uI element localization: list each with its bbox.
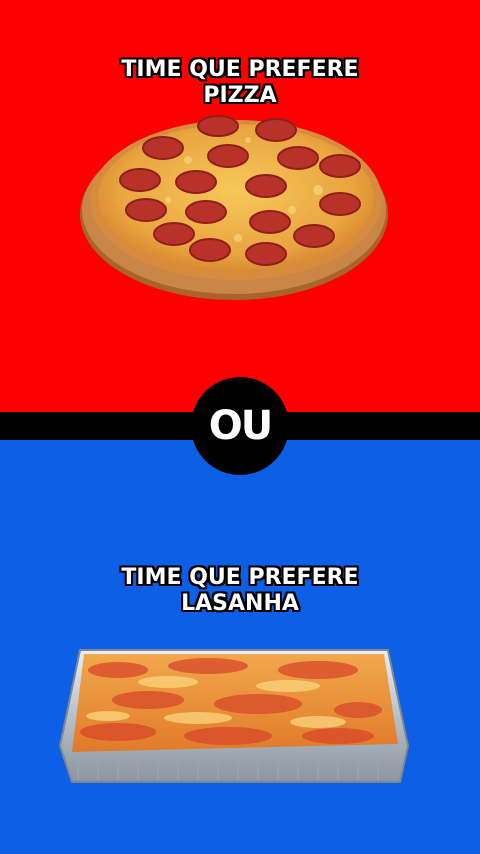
lasagna-caption-line2: LASANHA — [181, 591, 299, 616]
pizza-caption-line1: TIME QUE PREFERE — [121, 57, 359, 82]
lasagna-caption-line1: TIME QUE PREFERE — [121, 565, 359, 590]
ou-badge: OU — [191, 377, 289, 475]
pizza-caption: TIME QUE PREFERE PIZZA — [0, 57, 480, 109]
ou-label: OU — [208, 403, 274, 449]
lasagna-image — [58, 649, 410, 783]
pizza-image — [80, 115, 388, 300]
pizza-caption-line2: PIZZA — [203, 83, 277, 108]
lasagna-caption: TIME QUE PREFERE LASANHA — [0, 565, 480, 617]
